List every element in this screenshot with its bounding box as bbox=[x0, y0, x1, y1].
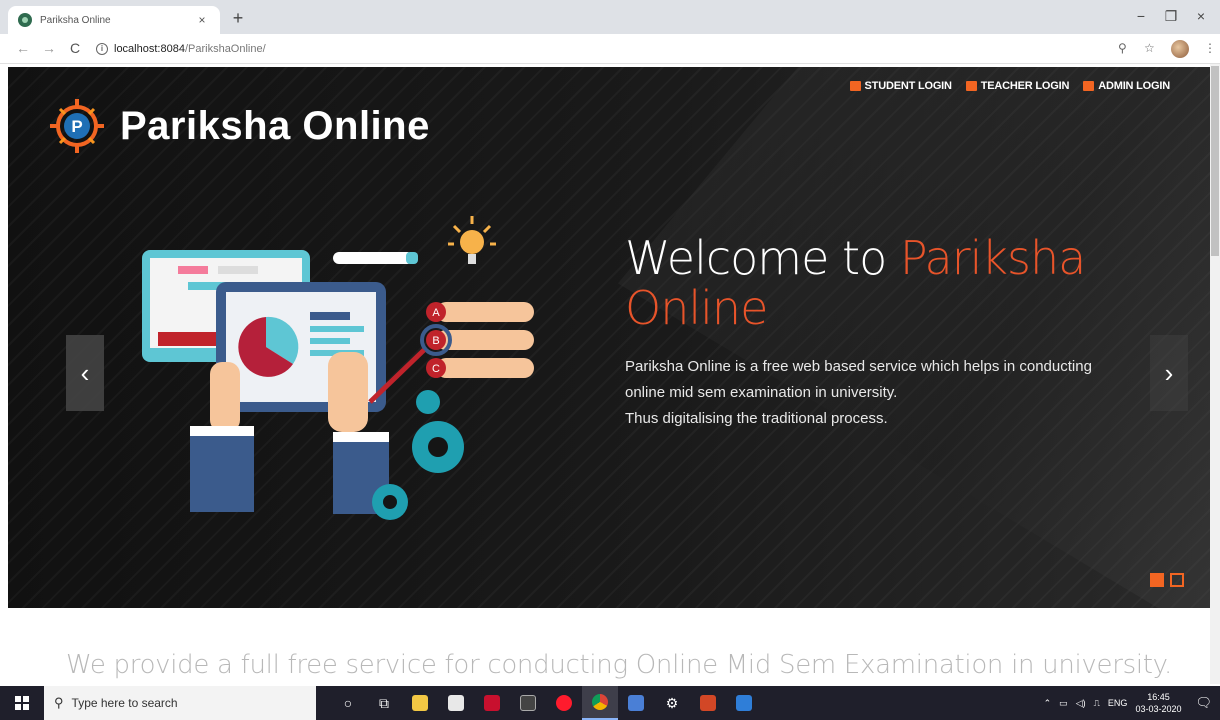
windows-icon bbox=[15, 696, 29, 710]
clock[interactable]: 16:45 03-03-2020 bbox=[1135, 691, 1181, 715]
scrollbar-thumb[interactable] bbox=[1211, 66, 1219, 256]
welcome-heading: Welcome to Pariksha Online bbox=[625, 233, 1145, 333]
carousel-dot-1[interactable] bbox=[1150, 573, 1164, 587]
notes-icon[interactable] bbox=[618, 686, 654, 720]
profile-avatar[interactable] bbox=[1171, 40, 1189, 58]
volume-icon[interactable]: ◁) bbox=[1076, 698, 1086, 709]
hero-description: Pariksha Online is a free web based serv… bbox=[625, 354, 1175, 432]
bookmark-star-icon[interactable]: ☆ bbox=[1144, 41, 1155, 55]
clock-time: 16:45 bbox=[1147, 692, 1170, 702]
edit-icon bbox=[849, 81, 861, 91]
description-line: Pariksha Online is a free web based serv… bbox=[625, 358, 1092, 375]
sign-in-icon bbox=[965, 81, 977, 91]
site-logo[interactable]: P Pariksha Online bbox=[48, 97, 430, 155]
address-bar: ← → C i localhost:8084 /ParikshaOnline/ … bbox=[0, 34, 1220, 64]
service-tagline: We provide a full free service for condu… bbox=[66, 650, 1173, 680]
notifications-icon[interactable]: 🗨 bbox=[1195, 695, 1212, 711]
language-indicator[interactable]: ENG bbox=[1108, 698, 1128, 708]
site-favicon-icon bbox=[18, 13, 32, 27]
chrome-icon[interactable] bbox=[582, 686, 618, 720]
task-view-icon[interactable]: ⧉ bbox=[366, 686, 402, 720]
forward-button[interactable]: → bbox=[40, 40, 58, 56]
start-button[interactable] bbox=[0, 686, 44, 720]
cortana-icon[interactable]: ○ bbox=[330, 686, 366, 720]
taskbar-search-input[interactable]: ⚲ Type here to search bbox=[44, 686, 316, 720]
tray-chevron-up-icon[interactable]: ⌃ bbox=[1044, 698, 1052, 709]
description-line: online mid sem examination in university… bbox=[625, 384, 898, 401]
sign-in-icon bbox=[1083, 81, 1095, 91]
logo-icon: P bbox=[48, 97, 106, 155]
os-taskbar: ⚲ Type here to search ○ ⧉ ⚙ ⌃ ▭ ◁) ⎍ ENG… bbox=[0, 686, 1220, 720]
option-a-label: A bbox=[432, 307, 440, 319]
zoom-icon[interactable]: ⚲ bbox=[1118, 41, 1127, 55]
close-tab-icon[interactable]: × bbox=[194, 13, 210, 27]
maximize-button[interactable]: ❐ bbox=[1158, 8, 1184, 25]
admin-login-link[interactable]: ADMIN LOGIN bbox=[1083, 80, 1170, 92]
close-window-button[interactable]: × bbox=[1188, 8, 1214, 24]
browser-tab[interactable]: Pariksha Online × bbox=[8, 6, 220, 34]
search-icon: ⚲ bbox=[54, 695, 64, 710]
url-path: /ParikshaOnline/ bbox=[184, 43, 266, 55]
welcome-prefix: Welcome to bbox=[625, 231, 900, 285]
description-line: Thus digitalising the traditional proces… bbox=[625, 410, 888, 427]
url-input[interactable]: i localhost:8084 /ParikshaOnline/ bbox=[96, 39, 1096, 59]
reload-button[interactable]: C bbox=[66, 40, 84, 56]
page-scrollbar[interactable] bbox=[1210, 64, 1220, 684]
hero-carousel: P Pariksha Online STUDENT LOGIN TEACHER … bbox=[8, 67, 1210, 608]
student-login-link[interactable]: STUDENT LOGIN bbox=[849, 80, 952, 92]
carousel-next-button[interactable]: › bbox=[1150, 335, 1188, 411]
back-button[interactable]: ← bbox=[14, 40, 32, 56]
taskbar-apps: ○ ⧉ ⚙ bbox=[330, 686, 762, 720]
system-tray: ⌃ ▭ ◁) ⎍ ENG 16:45 03-03-2020 🗨 bbox=[1044, 686, 1212, 720]
admin-login-label: ADMIN LOGIN bbox=[1098, 80, 1170, 92]
teacher-login-label: TEACHER LOGIN bbox=[980, 80, 1070, 92]
battery-icon[interactable]: ▭ bbox=[1059, 698, 1068, 709]
option-b-label: B bbox=[432, 335, 439, 347]
hero-background-graphic bbox=[618, 67, 1210, 608]
site-info-icon[interactable]: i bbox=[96, 43, 108, 55]
carousel-prev-button[interactable]: ‹ bbox=[66, 335, 104, 411]
clock-date: 03-03-2020 bbox=[1135, 704, 1182, 714]
login-nav: STUDENT LOGIN TEACHER LOGIN ADMIN LOGIN bbox=[849, 80, 1170, 92]
virtualbox-icon[interactable] bbox=[726, 686, 762, 720]
url-host: localhost:8084 bbox=[114, 43, 185, 55]
tab-title: Pariksha Online bbox=[40, 14, 111, 26]
student-login-label: STUDENT LOGIN bbox=[864, 80, 952, 92]
browser-tab-strip: Pariksha Online × + − ❐ × bbox=[0, 0, 1220, 34]
carousel-dot-2[interactable] bbox=[1170, 573, 1184, 587]
minimize-button[interactable]: − bbox=[1128, 8, 1154, 24]
teacher-login-link[interactable]: TEACHER LOGIN bbox=[965, 80, 1070, 92]
logo-letter: P bbox=[71, 117, 82, 136]
menu-kebab-icon[interactable]: ⋮ bbox=[1204, 41, 1216, 55]
powerpoint-icon[interactable] bbox=[690, 686, 726, 720]
file-explorer-icon[interactable] bbox=[402, 686, 438, 720]
settings-gear-icon[interactable]: ⚙ bbox=[654, 686, 690, 720]
network-icon[interactable]: ⎍ bbox=[1094, 698, 1100, 709]
online-exam-illustration: A B C bbox=[142, 216, 534, 520]
carousel-indicators bbox=[1150, 573, 1184, 587]
option-c-label: C bbox=[432, 363, 440, 375]
store-icon[interactable] bbox=[438, 686, 474, 720]
mcafee-icon[interactable] bbox=[474, 686, 510, 720]
opera-icon[interactable] bbox=[546, 686, 582, 720]
new-tab-button[interactable]: + bbox=[228, 8, 248, 29]
search-placeholder: Type here to search bbox=[71, 696, 178, 710]
logo-text: Pariksha Online bbox=[120, 103, 430, 148]
terminal-icon[interactable] bbox=[510, 686, 546, 720]
